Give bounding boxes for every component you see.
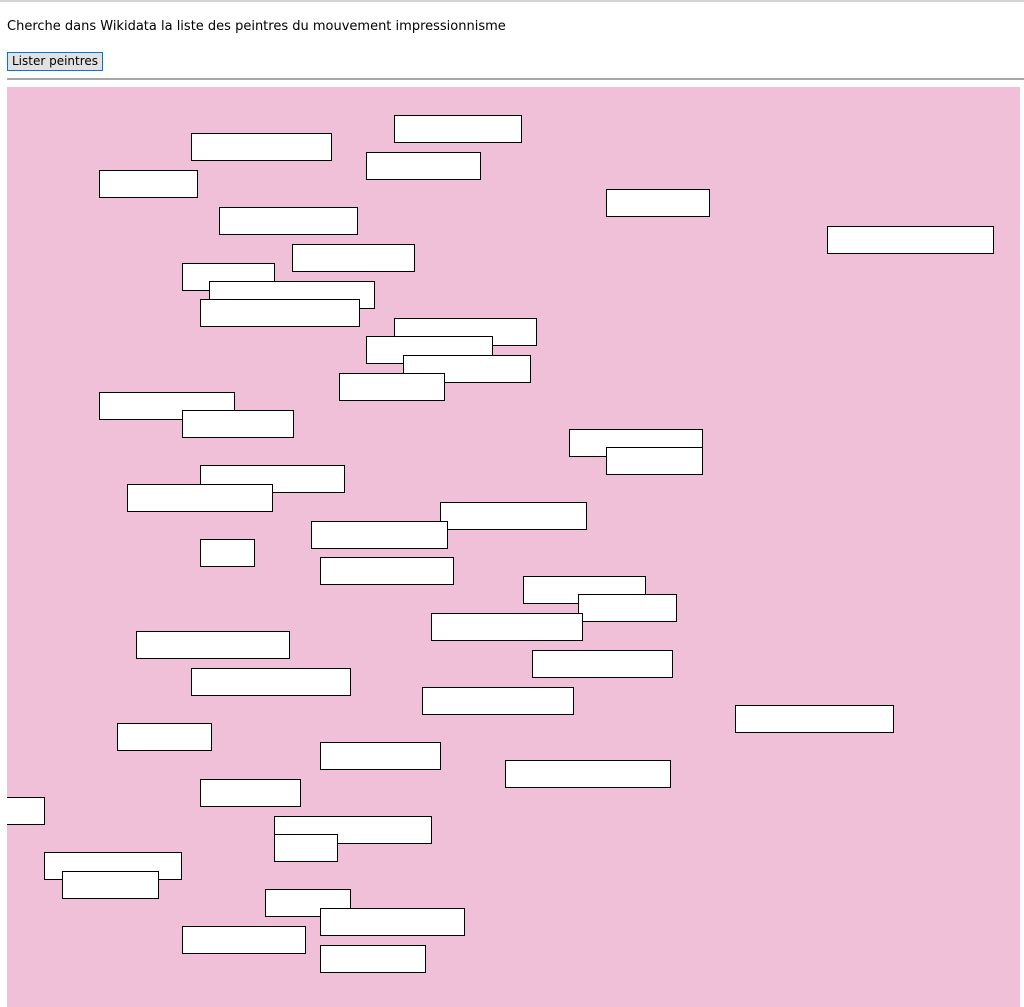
painter-box [440,502,587,530]
painter-box [127,484,273,512]
painter-box [320,742,441,770]
painter-box [191,668,351,696]
painter-box [200,299,360,327]
painter-box [320,908,465,936]
painter-box [99,170,198,198]
painter-box [274,834,338,862]
painter-box [219,207,358,235]
list-painters-button[interactable]: Lister peintres [7,52,103,71]
section-divider [7,78,1024,80]
painter-box [422,687,574,715]
painters-canvas [7,87,1020,1007]
top-divider [0,0,1024,2]
painter-box [311,521,448,549]
painter-box [320,557,454,585]
painter-box [200,539,255,567]
painter-box [578,594,677,622]
painter-box [7,797,45,825]
painter-box [606,189,710,217]
painter-box [532,650,673,678]
painter-box [339,373,445,401]
painter-box [735,705,894,733]
painter-box [394,115,522,143]
painter-box [320,945,426,973]
painter-box [191,133,332,161]
painter-box [505,760,671,788]
painter-box [200,779,301,807]
painter-box [606,447,703,475]
painter-box [182,410,294,438]
painter-box [117,723,212,751]
painter-box [366,152,481,180]
painter-box [431,613,583,641]
painter-box [292,244,415,272]
painter-box [827,226,994,254]
painter-box [182,926,306,954]
intro-text: Cherche dans Wikidata la liste des peint… [7,19,506,34]
painter-box [62,871,159,899]
painter-box [136,631,290,659]
